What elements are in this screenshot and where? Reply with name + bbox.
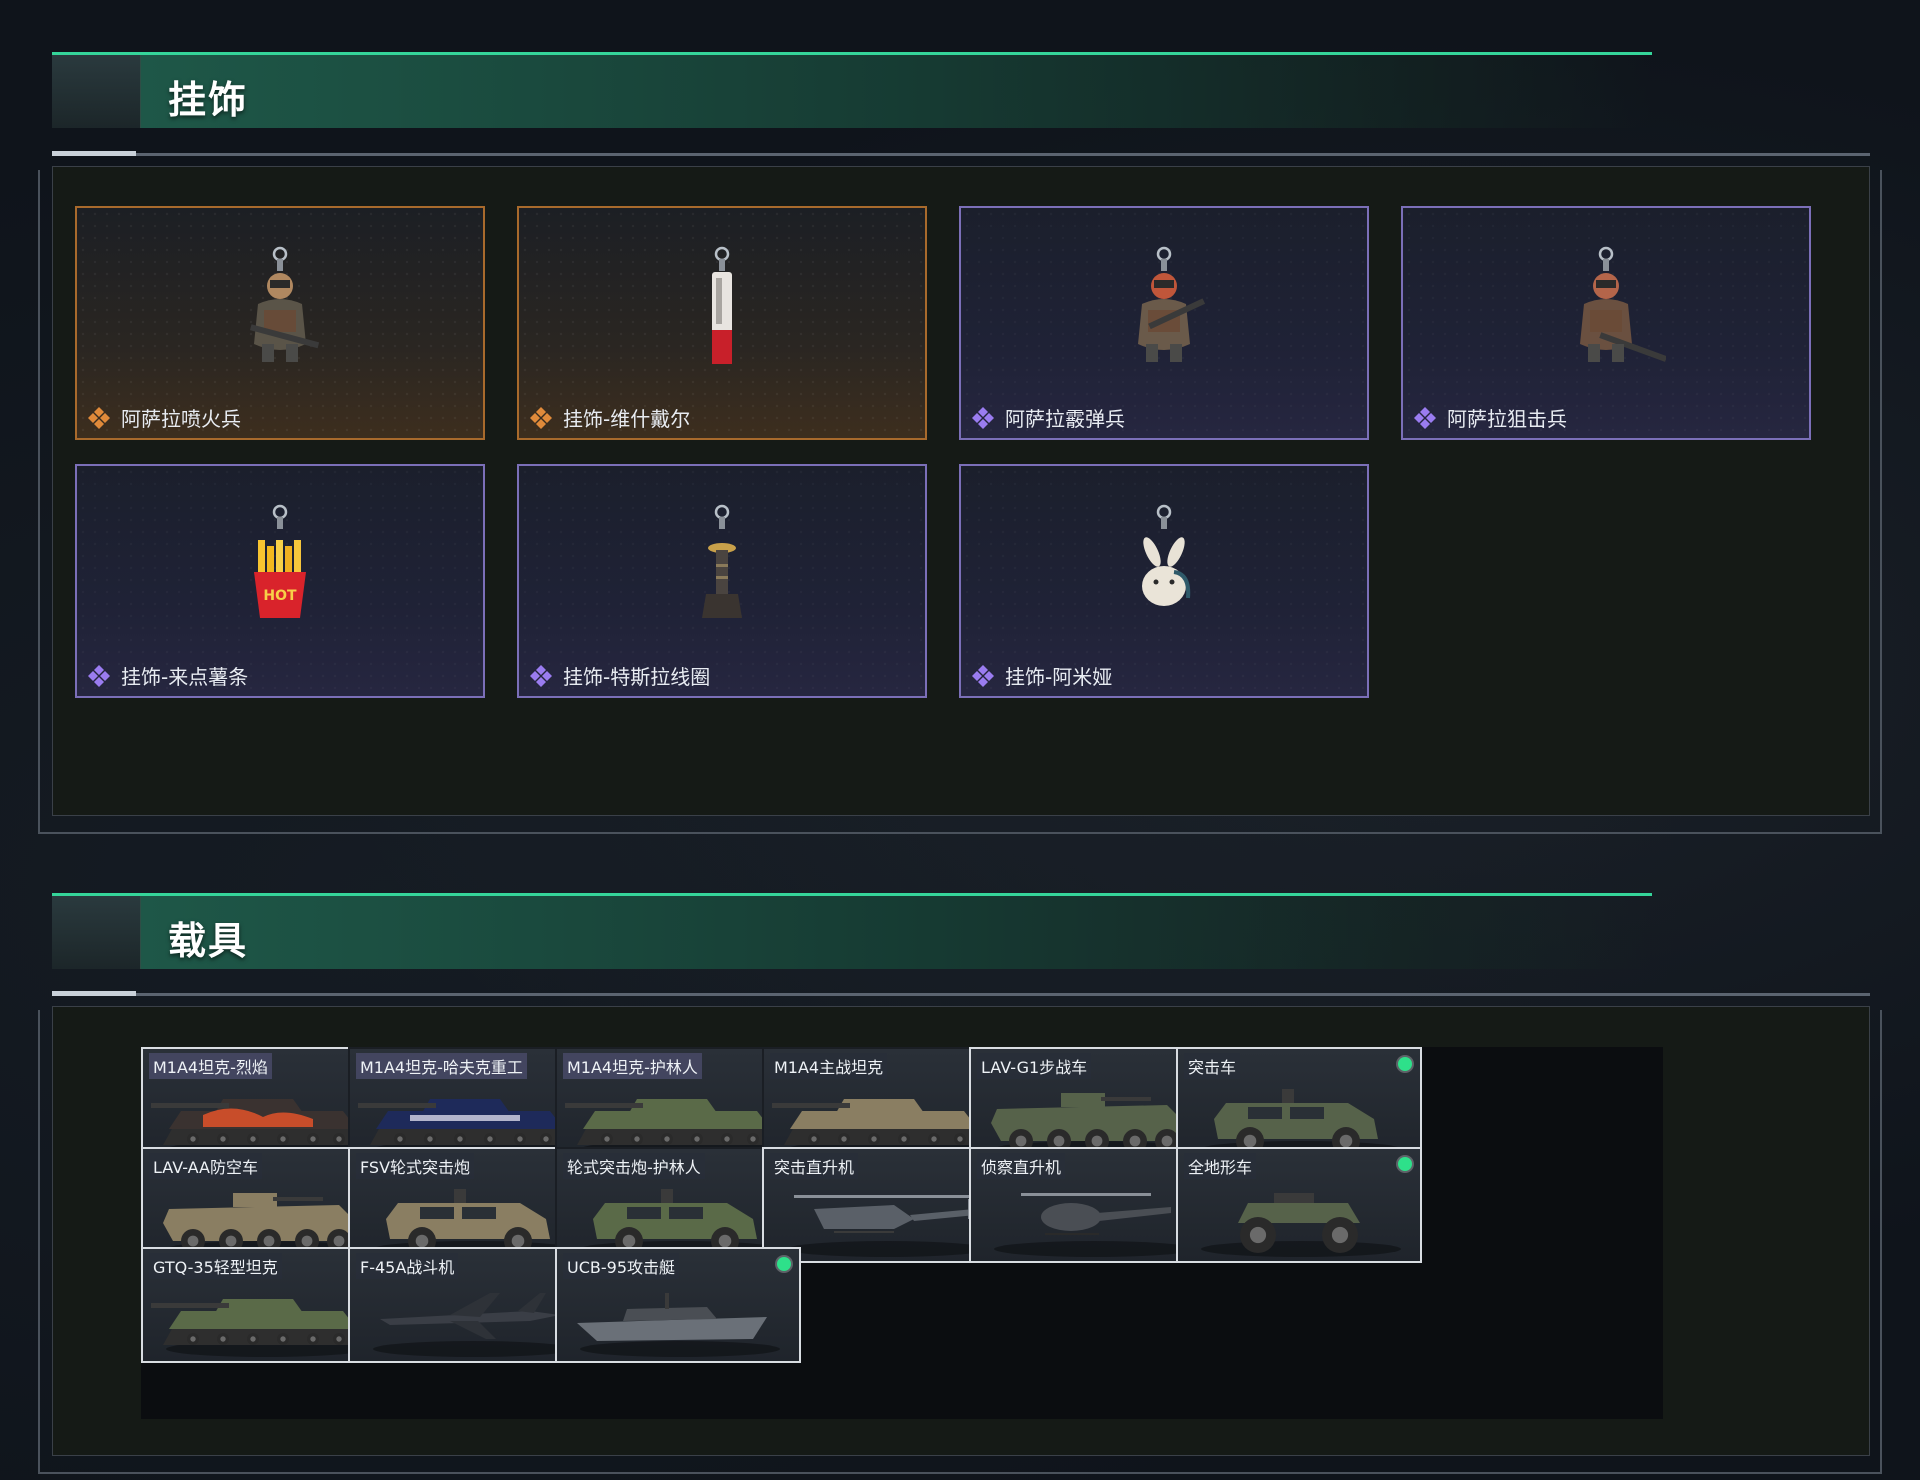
red-tube-charm-icon [712,246,732,364]
charm-card[interactable]: HOT 挂饰-来点薯条 [75,464,485,698]
charm-card[interactable]: 挂饰-特斯拉线圈 [517,464,927,698]
rarity-diamond-icon [529,406,553,430]
vehicle-grid: M1A4坦克-烈焰 M1A4坦克-哈夫克重工 M1A4坦克-护林人 M1A4主战坦克 L… [141,1047,1663,1419]
rarity-diamond-icon [1413,406,1437,430]
owned-status-dot-icon [777,1257,791,1271]
sniper-charm-icon [1580,246,1666,362]
charm-label: 阿萨拉狙击兵 [1447,407,1567,431]
vehicles-panel: M1A4坦克-烈焰 M1A4坦克-哈夫克重工 M1A4坦克-护林人 M1A4主战坦克 L… [52,1006,1870,1456]
svg-text:HOT: HOT [263,588,297,604]
flamethrower-soldier-charm-icon [249,246,320,362]
vehicle-tile[interactable]: 突击车 [1176,1047,1422,1163]
vehicles-section-rule [52,991,1870,996]
charm-label: 阿萨拉喷火兵 [121,407,241,431]
owned-status-dot-icon [1398,1057,1412,1071]
vehicle-label: 全地形车 [1184,1153,1257,1179]
charm-label: 挂饰-维什戴尔 [563,407,691,431]
charm-card[interactable]: 挂饰-维什戴尔 [517,206,927,440]
vehicle-label: GTQ-35轻型坦克 [149,1253,282,1279]
rarity-diamond-icon [87,664,111,688]
vehicle-label: 突击直升机 [770,1153,859,1179]
fries-charm-icon: HOT [254,504,306,618]
vehicle-tile[interactable]: UCB-95攻击艇 [555,1247,801,1363]
vehicle-label: UCB-95攻击艇 [563,1253,679,1279]
tesla-coil-charm-icon [702,504,742,618]
vehicle-label: 侦察直升机 [977,1153,1066,1179]
owned-status-dot-icon [1398,1157,1412,1171]
charm-card[interactable]: 阿萨拉狙击兵 [1401,206,1811,440]
vehicle-label: 突击车 [1184,1053,1241,1079]
vehicle-label: M1A4坦克-烈焰 [149,1053,272,1079]
vehicle-label: F-45A战斗机 [356,1253,459,1279]
rarity-diamond-icon [87,406,111,430]
charms-panel: 阿萨拉喷火兵 挂饰-维什戴尔 阿萨拉霰弹兵 阿萨拉狙击兵 HOT 挂饰-来点薯条 挂饰-特斯… [52,166,1870,816]
vehicle-label: 轮式突击炮-护林人 [563,1153,705,1179]
vehicles-section-header: 载具 [52,893,1652,969]
header-stub [52,55,141,128]
vehicle-label: LAV-G1步战车 [977,1053,1092,1079]
charm-card[interactable]: 挂饰-阿米娅 [959,464,1369,698]
vehicle-label: M1A4坦克-哈夫克重工 [356,1053,527,1079]
bunny-charm-icon [1142,504,1191,606]
vehicle-label: FSV轮式突击炮 [356,1153,475,1179]
shotgunner-charm-icon [1138,246,1206,362]
charm-card[interactable]: 阿萨拉霰弹兵 [959,206,1369,440]
rarity-diamond-icon [971,664,995,688]
charm-card[interactable]: 阿萨拉喷火兵 [75,206,485,440]
vehicles-section-title: 载具 [168,919,249,963]
charms-section-rule [52,151,1870,156]
rarity-diamond-icon [971,406,995,430]
charm-label: 挂饰-来点薯条 [121,665,249,689]
vehicle-label: LAV-AA防空车 [149,1153,262,1179]
vehicle-tile[interactable]: 全地形车 [1176,1147,1422,1263]
charm-label: 阿萨拉霰弹兵 [1005,407,1125,431]
charms-section-title: 挂饰 [168,78,249,122]
vehicle-label: M1A4坦克-护林人 [563,1053,702,1079]
charm-label: 挂饰-特斯拉线圈 [563,665,711,689]
header-stub [52,896,141,969]
charms-section-header: 挂饰 [52,52,1652,128]
rarity-diamond-icon [529,664,553,688]
vehicle-label: M1A4主战坦克 [770,1053,888,1079]
charm-label: 挂饰-阿米娅 [1005,665,1113,689]
